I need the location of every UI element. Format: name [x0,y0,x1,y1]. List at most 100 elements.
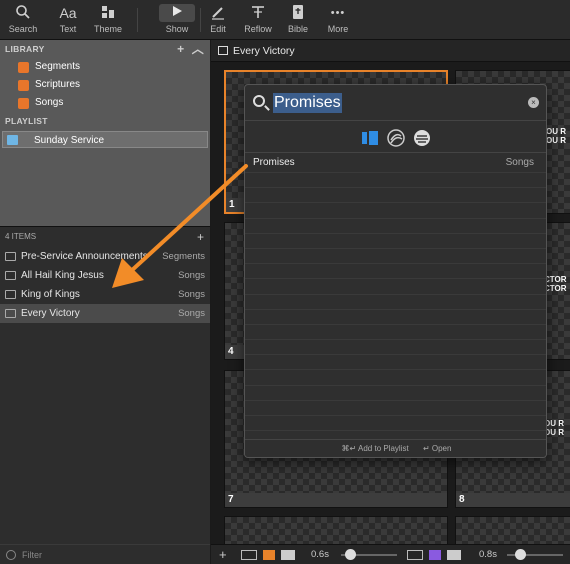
library-header: LIBRARY + ︿ [0,40,210,58]
filter-placeholder: Filter [22,550,42,560]
playlist-item-sunday-service[interactable]: Sunday Service [2,131,208,148]
transition-duration: 0.6s [311,549,329,560]
add-item-icon[interactable]: + [197,227,204,247]
slide-thumbnail[interactable] [455,516,570,546]
item-name: King of Kings [21,289,80,300]
search-button[interactable]: Search [0,4,46,38]
ccli-source-icon[interactable] [387,129,405,147]
theme-icon [85,4,131,22]
result-type: Songs [505,157,534,168]
empty-row [245,219,546,234]
songselect-source-icon[interactable] [413,129,431,147]
clear-icon[interactable]: × [528,97,539,108]
app-window: Search Aa Text Theme Show Edit Reflow Bi… [0,0,570,564]
presentation-icon [5,290,16,299]
search-query[interactable]: Promises [273,93,342,113]
duration-slider-handle[interactable] [515,549,526,560]
library-panel: LIBRARY + ︿ Segments Scriptures Songs PL… [0,40,210,226]
open-hint: ↵ Open [422,444,452,453]
presentation-title: Every Victory [233,45,295,57]
search-field[interactable]: Promises × [245,85,546,121]
media-transition-icon[interactable] [429,550,441,560]
empty-row [245,279,546,295]
item-type: Songs [178,270,205,281]
theme-button[interactable]: Theme [85,4,131,38]
empty-row [245,203,546,219]
quick-search-popup: Promises × Promises Songs ⌘↵ Add to Play… [244,84,547,458]
source-filter-row [245,121,546,153]
toolbar-divider [137,8,138,32]
library-item-songs[interactable]: Songs [0,94,210,112]
library-folder-icon [18,80,29,91]
slide-lyric-text: OU R OU R [546,127,566,145]
library-folder-icon [18,98,29,109]
empty-row [245,173,546,189]
sidebar: LIBRARY + ︿ Segments Scriptures Songs PL… [0,40,210,564]
empty-row [245,295,546,310]
slide-thumbnail[interactable] [224,516,448,546]
search-icon [0,4,46,22]
empty-row [245,234,546,249]
presentation-icon [5,252,16,261]
item-type: Segments [162,251,205,262]
add-slide-button[interactable]: + [219,547,227,562]
more-icon: ••• [330,7,346,19]
filter-icon [6,550,16,560]
more-label: More [327,24,349,34]
theme-label: Theme [93,24,122,34]
push-transition-icon[interactable] [281,550,295,560]
presentation-icon [5,271,16,280]
dissolve-transition-icon[interactable] [263,550,275,560]
empty-row [245,386,546,401]
add-icon[interactable]: + [177,42,184,56]
playlist-icon [7,135,18,145]
cut-transition-icon[interactable] [407,550,423,560]
slide-lyric-text: OU R OU R [544,419,564,437]
library-actions: + ︿ [177,40,204,58]
show-label: Show [165,24,189,34]
search-label: Search [8,24,38,34]
push-transition-icon[interactable] [447,550,461,560]
empty-row [245,370,546,386]
list-item[interactable]: Every Victory Songs [0,304,210,323]
empty-row [245,188,546,204]
empty-row [245,249,546,265]
library-item-label: Scriptures [35,79,81,90]
filter-field[interactable]: Filter [0,544,210,564]
empty-row [245,340,546,356]
play-icon [159,4,195,22]
duration-slider-handle[interactable] [345,549,356,560]
slide-number: 7 [225,493,447,507]
popup-footer: ⌘↵ Add to Playlist ↵ Open [245,439,546,457]
empty-row [245,401,546,416]
empty-row [245,310,546,325]
presentation-icon [218,46,228,55]
library-item-scriptures[interactable]: Scriptures [0,76,210,94]
library-source-icon[interactable] [361,129,379,147]
list-item[interactable]: Pre-Service Announcements Segments [0,247,210,266]
transition-bar: + 0.6s 0.8s [211,544,570,564]
empty-row [245,325,546,341]
toolbar: Search Aa Text Theme Show Edit Reflow Bi… [0,0,570,40]
add-to-playlist-hint: ⌘↵ Add to Playlist [341,444,409,453]
more-button[interactable]: ••• More [315,4,361,38]
empty-row [245,264,546,280]
list-item[interactable]: King of Kings Songs [0,285,210,304]
show-button[interactable]: Show [154,4,200,38]
collapse-icon[interactable]: ︿ [192,42,204,56]
search-icon [253,95,265,107]
slide-number: 8 [456,493,570,507]
items-panel: 4 ITEMS + Pre-Service Announcements Segm… [0,226,210,564]
presentation-title-bar: Every Victory [211,40,570,62]
presentation-icon [5,309,16,318]
library-folder-icon [18,62,29,73]
item-name: Pre-Service Announcements [21,251,148,262]
slide-lyric-text: CTOR CTOR [544,275,567,293]
cut-transition-icon[interactable] [241,550,257,560]
item-name: Every Victory [21,308,80,319]
result-name: Promises [253,157,295,168]
library-item-segments[interactable]: Segments [0,58,210,76]
search-result-row[interactable]: Promises Songs [245,153,546,173]
list-item[interactable]: All Hail King Jesus Songs [0,266,210,285]
empty-row [245,355,546,371]
